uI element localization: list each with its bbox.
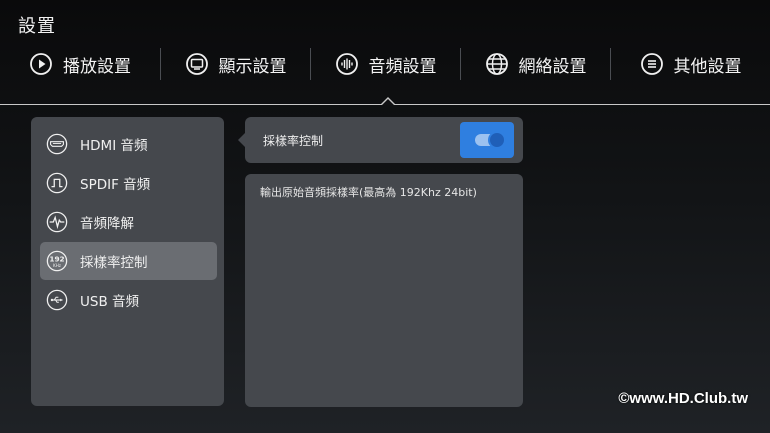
- tab-display-settings[interactable]: 顯示設置: [161, 47, 310, 81]
- tab-playback-settings[interactable]: 播放設置: [0, 47, 160, 81]
- sidebar-item-usb-audio[interactable]: USB 音頻: [40, 281, 217, 319]
- tab-label: 網絡設置: [518, 56, 587, 77]
- tab-network-settings[interactable]: 網絡設置: [461, 47, 610, 81]
- active-tab-indicator-inner: [382, 99, 394, 105]
- sidebar-item-label: USB 音頻: [80, 294, 140, 310]
- tab-audio-settings[interactable]: 音頻設置: [311, 47, 460, 81]
- sidebar-item-audio-decoding[interactable]: 音頻降解: [40, 203, 217, 241]
- sidebar-item-label: SPDIF 音頻: [80, 177, 151, 193]
- samplerate-192-icon: 192 KHz: [46, 250, 68, 272]
- sidebar-item-label: 採樣率控制: [80, 255, 148, 271]
- sidebar-item-label: HDMI 音頻: [80, 138, 148, 154]
- tab-label: 音頻設置: [368, 56, 437, 77]
- option-label: 採樣率控制: [263, 134, 324, 148]
- sidebar-item-label: 音頻降解: [80, 216, 134, 232]
- audio-pulse-icon: [46, 211, 68, 233]
- sidebar-item-sample-rate-control[interactable]: 192 KHz 採樣率控制: [40, 242, 217, 280]
- audio-wave-icon: [335, 53, 358, 75]
- settings-tab-bar: 播放設置 顯示設置 音頻設置 網絡設置 其他設置: [0, 40, 770, 88]
- description-panel: 輸出原始音頻採樣率(最高為 192Khz 24bit): [245, 174, 523, 407]
- usb-icon: [46, 289, 68, 311]
- watermark: ©www.HD.Club.tw: [618, 390, 748, 407]
- tab-label: 其他設置: [673, 56, 742, 77]
- globe-icon: [485, 53, 508, 75]
- tab-label: 顯示設置: [218, 56, 287, 77]
- monitor-icon: [185, 53, 208, 75]
- samplerate-icon-unit: KHz: [53, 263, 61, 268]
- audio-settings-sidebar: HDMI 音頻 SPDIF 音頻 音頻降解 192 KHz 採樣率控制 USB …: [31, 117, 224, 406]
- tab-label: 播放設置: [63, 56, 131, 77]
- toggle-knob: [488, 131, 506, 149]
- sidebar-item-spdif-audio[interactable]: SPDIF 音頻: [40, 164, 217, 202]
- sample-rate-toggle-switch[interactable]: [460, 122, 514, 158]
- selection-pointer: [238, 133, 245, 147]
- description-text: 輸出原始音頻採樣率(最高為 192Khz 24bit): [260, 186, 477, 199]
- page-title: 設置: [18, 16, 56, 37]
- play-icon: [30, 53, 52, 75]
- sidebar-item-hdmi-audio[interactable]: HDMI 音頻: [40, 125, 217, 163]
- tab-other-settings[interactable]: 其他設置: [611, 47, 770, 81]
- spdif-icon: [46, 172, 68, 194]
- hdmi-icon: [46, 133, 68, 155]
- menu-list-icon: [640, 53, 663, 75]
